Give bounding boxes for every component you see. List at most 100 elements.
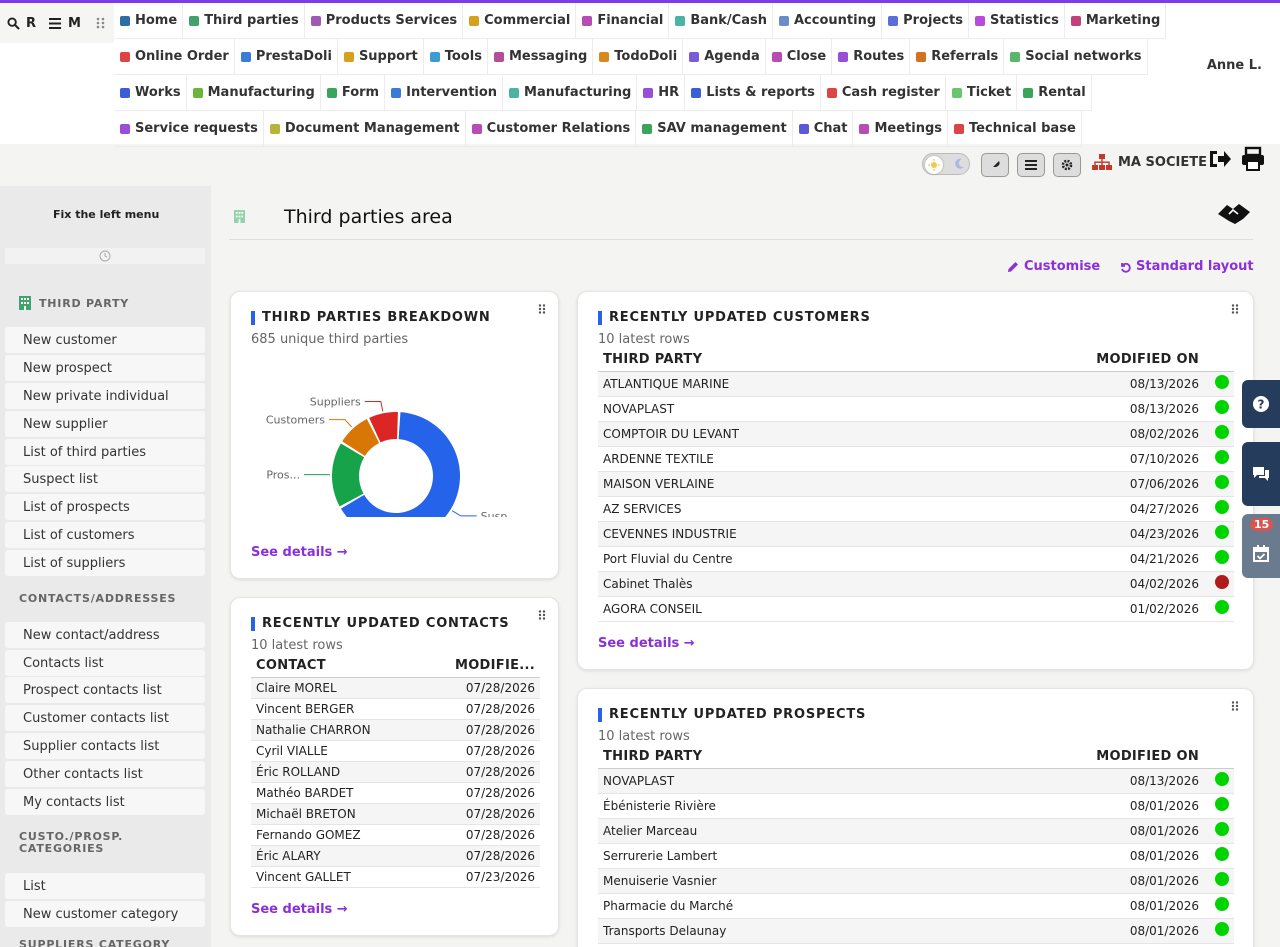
table-row[interactable]: Menuiserie Vasnier 08/01/2026 (598, 868, 1234, 894)
table-row[interactable]: Serrurerie Lambert 08/01/2026 (598, 843, 1234, 869)
table-row[interactable]: Atelier Marceau 08/01/2026 (598, 818, 1234, 844)
table-row[interactable]: Fernando GOMEZ 07/28/2026 (251, 824, 540, 846)
menu-item-chat[interactable]: Chat (792, 111, 854, 147)
chat-button[interactable] (1242, 442, 1280, 506)
table-row[interactable]: Michaël BRETON 07/28/2026 (251, 803, 540, 825)
third-party-name[interactable]: AGORA CONSEIL (598, 596, 1084, 622)
contact-name[interactable]: Éric ROLLAND (251, 761, 419, 783)
menu-item-agenda[interactable]: Agenda (683, 39, 766, 75)
third-party-name[interactable]: NOVAPLAST (598, 396, 1084, 422)
customise-link[interactable]: Customise (1007, 259, 1100, 274)
sidebar-item-list-of-customers[interactable]: List of customers (5, 522, 205, 548)
column-header-modified[interactable]: MODIFIE... (418, 655, 540, 678)
third-party-name[interactable]: Ébénisterie Rivière (598, 793, 1084, 819)
column-header-modified[interactable]: MODIFIED ON (1084, 746, 1204, 769)
column-header-contact[interactable]: CONTACT (251, 655, 419, 678)
table-row[interactable]: Éric ROLLAND 07/28/2026 (251, 761, 540, 783)
pie-slice[interactable] (332, 443, 365, 507)
menu-item-intervention[interactable]: Intervention (385, 75, 504, 111)
menu-item-referrals[interactable]: Referrals (910, 39, 1005, 75)
menu-item-customer-relations[interactable]: Customer Relations (465, 111, 637, 147)
menu-item-cash-register[interactable]: Cash register (820, 75, 946, 111)
menu-item-manufacturing[interactable]: Manufacturing (503, 75, 638, 111)
table-row[interactable]: NOVAPLAST 08/13/2026 (598, 396, 1234, 422)
table-row[interactable]: Ébénisterie Rivière 08/01/2026 (598, 793, 1234, 819)
help-button[interactable]: ? (1242, 380, 1280, 428)
menu-item-tools[interactable]: Tools (423, 39, 488, 75)
menu-item-works[interactable]: Works (114, 75, 187, 111)
apps-button[interactable] (96, 17, 105, 29)
menu-item-prestadoli[interactable]: PrestaDoli (234, 39, 338, 75)
sidebar-item-new-private-individual[interactable]: New private individual (5, 383, 205, 409)
sidebar-item-new-customer[interactable]: New customer (5, 327, 205, 353)
sidebar-item-suspect-list[interactable]: Suspect list (5, 466, 205, 492)
contact-name[interactable]: Éric ALARY (251, 845, 419, 867)
standard-layout-link[interactable]: Standard layout (1119, 259, 1254, 274)
menu-item-form[interactable]: Form (320, 75, 386, 111)
table-row[interactable]: CEVENNES INDUSTRIE 04/23/2026 (598, 521, 1234, 547)
logout-icon[interactable] (1208, 148, 1232, 170)
third-party-name[interactable]: COMPTOIR DU LEVANT (598, 421, 1084, 447)
theme-toggle[interactable] (922, 153, 970, 175)
menu-item-social-networks[interactable]: Social networks (1004, 39, 1148, 75)
table-row[interactable]: ARDENNE TEXTILE 07/10/2026 (598, 446, 1234, 472)
table-row[interactable]: ATLANTIQUE MARINE 08/13/2026 (598, 371, 1234, 397)
menu-item-meetings[interactable]: Meetings (853, 111, 949, 147)
contact-name[interactable]: Claire MOREL (251, 677, 419, 699)
third-party-name[interactable]: Port Fluvial du Centre (598, 546, 1084, 572)
table-row[interactable]: Mathéo BARDET 07/28/2026 (251, 782, 540, 804)
edit-mode-button[interactable] (981, 153, 1009, 177)
contact-name[interactable]: Vincent GALLET (251, 866, 419, 888)
third-party-name[interactable]: NOVAPLAST (598, 768, 1084, 794)
sidebar-item-other-contacts-list[interactable]: Other contacts list (5, 761, 205, 787)
menu-item-lists-reports[interactable]: Lists & reports (685, 75, 821, 111)
table-row[interactable]: Éric ALARY 07/28/2026 (251, 845, 540, 867)
third-party-name[interactable]: AZ SERVICES (598, 496, 1084, 522)
sidebar-item-new-customer-category[interactable]: New customer category (5, 901, 205, 927)
menu-item-manufacturing[interactable]: Manufacturing (186, 75, 321, 111)
drag-handle-icon[interactable] (538, 610, 546, 620)
contact-name[interactable]: Cyril VIALLE (251, 740, 419, 762)
column-header-third-party[interactable]: THIRD PARTY (598, 349, 1084, 372)
menu-item-statistics[interactable]: Statistics (968, 3, 1065, 39)
sidebar-item-contacts-list[interactable]: Contacts list (5, 650, 205, 676)
menu-item-third-parties[interactable]: Third parties (183, 3, 305, 39)
menu-item-hr[interactable]: HR (637, 75, 686, 111)
menu-item-online-order[interactable]: Online Order (114, 39, 235, 75)
menu-item-commercial[interactable]: Commercial (463, 3, 577, 39)
user-menu[interactable]: Anne L. (1207, 58, 1262, 73)
table-row[interactable]: Cyril VIALLE 07/28/2026 (251, 740, 540, 762)
calendar-button[interactable]: 15 (1242, 514, 1280, 578)
menu-item-rental[interactable]: Rental (1017, 75, 1092, 111)
table-row[interactable]: Port Fluvial du Centre 04/21/2026 (598, 546, 1234, 572)
drag-handle-icon[interactable] (1231, 701, 1239, 711)
drag-handle-icon[interactable] (538, 304, 546, 314)
menu-item-accounting[interactable]: Accounting (772, 3, 883, 39)
sidebar-item-new-supplier[interactable]: New supplier (5, 411, 205, 437)
table-row[interactable]: Nathalie CHARRON 07/28/2026 (251, 719, 540, 741)
menu-item-close[interactable]: Close (765, 39, 833, 75)
table-row[interactable]: NOVAPLAST 08/13/2026 (598, 768, 1234, 794)
menu-item-technical-base[interactable]: Technical base (948, 111, 1082, 147)
table-row[interactable]: COMPTOIR DU LEVANT 08/02/2026 (598, 421, 1234, 447)
sidebar-item-list-of-prospects[interactable]: List of prospects (5, 494, 205, 520)
search-toggle[interactable]: R (7, 16, 36, 31)
fix-left-menu[interactable]: Fix the left menu (53, 208, 159, 221)
third-party-name[interactable]: ARDENNE TEXTILE (598, 446, 1084, 472)
contact-name[interactable]: Nathalie CHARRON (251, 719, 419, 741)
column-header-third-party[interactable]: THIRD PARTY (598, 746, 1084, 769)
contact-name[interactable]: Fernando GOMEZ (251, 824, 419, 846)
company-link[interactable]: MA SOCIETE (1092, 154, 1207, 170)
menu-item-support[interactable]: Support (337, 39, 424, 75)
list-view-button[interactable] (1017, 153, 1045, 177)
menu-item-bank-cash[interactable]: Bank/Cash (669, 3, 773, 39)
sidebar-item-list-of-suppliers[interactable]: List of suppliers (5, 550, 205, 576)
third-party-name[interactable]: Serrurerie Lambert (598, 843, 1084, 869)
table-row[interactable]: MAISON VERLAINE 07/06/2026 (598, 471, 1234, 497)
sidebar-item-list[interactable]: List (5, 873, 205, 899)
drag-handle-icon[interactable] (1231, 304, 1239, 314)
menu-item-financial[interactable]: Financial (576, 3, 670, 39)
menu-item-document-management[interactable]: Document Management (263, 111, 466, 147)
menu-item-ticket[interactable]: Ticket (945, 75, 1018, 111)
menu-item-home[interactable]: Home (114, 3, 184, 39)
